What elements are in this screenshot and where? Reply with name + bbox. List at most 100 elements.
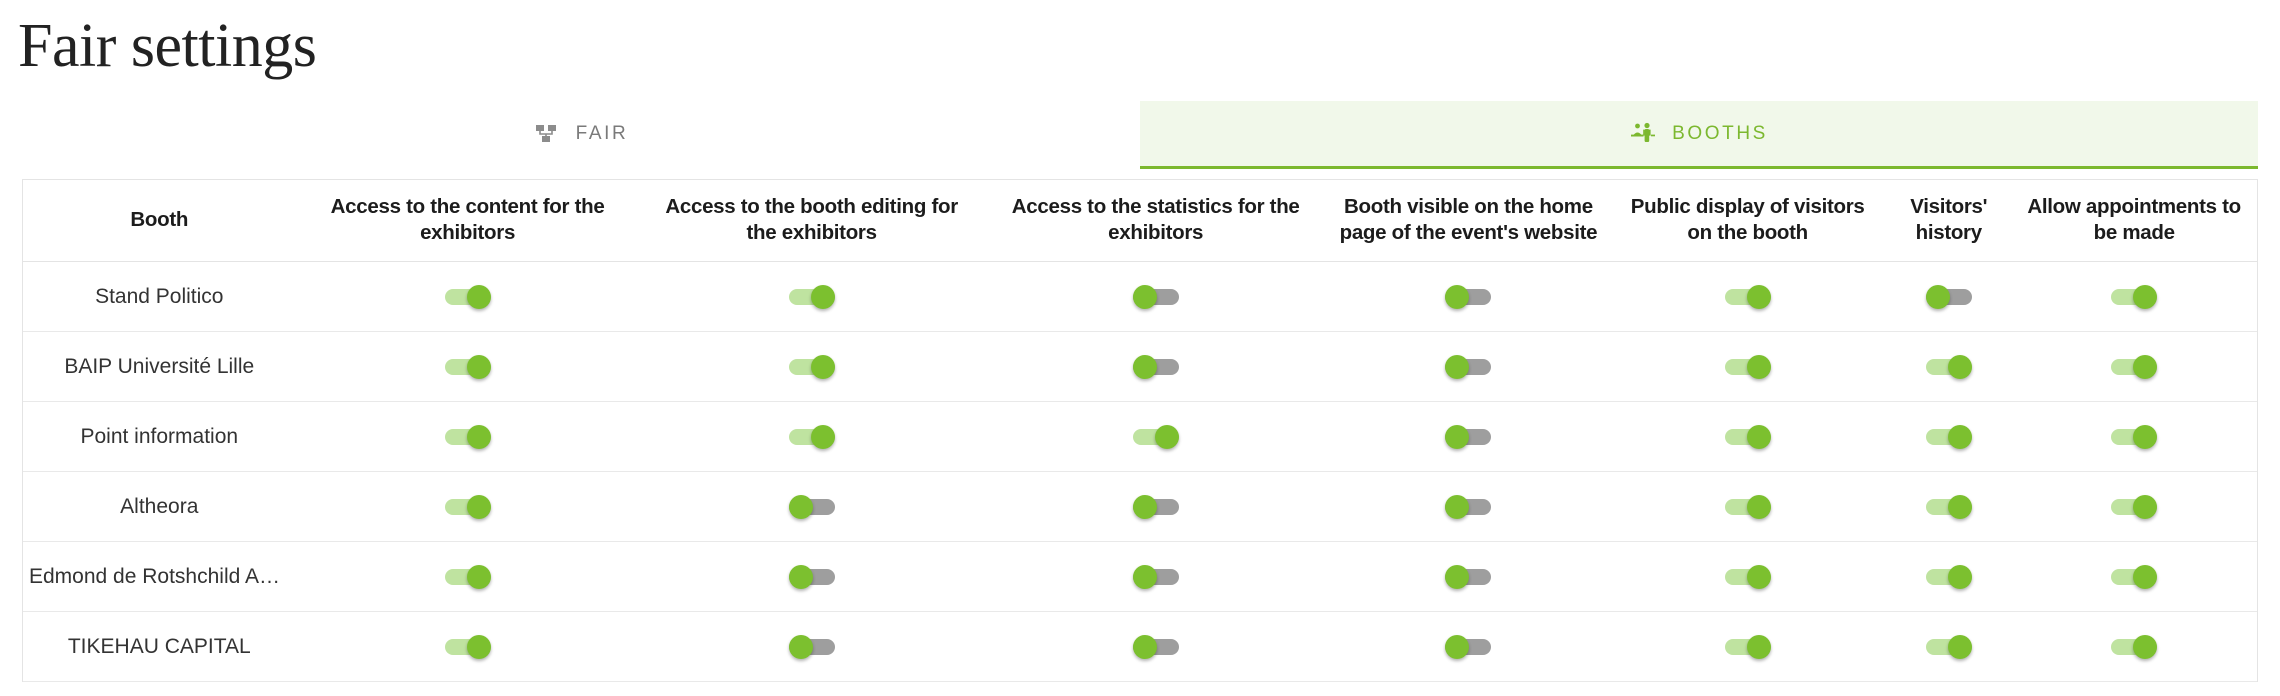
- toggle-cell: [1886, 471, 2012, 543]
- toggle-knob: [788, 634, 813, 659]
- toggle-knob: [466, 634, 491, 659]
- tab-bar: FAIR BOOTHS: [0, 101, 2280, 170]
- toggle-switch[interactable]: [1925, 354, 1972, 379]
- toggle-knob: [2133, 564, 2158, 589]
- toggle-switch[interactable]: [2111, 494, 2158, 519]
- table-body: Stand Politico BAIP Université Lille Point…: [23, 261, 2257, 683]
- toggle-switch[interactable]: [2111, 284, 2158, 309]
- toggle-switch[interactable]: [1132, 284, 1179, 309]
- booth-name-cell: TIKEHAU CAPITAL: [23, 611, 296, 683]
- tab-booths[interactable]: BOOTHS: [1140, 101, 2258, 170]
- toggle-switch[interactable]: [444, 424, 491, 449]
- booth-settings-table: Booth Access to the content for the exhi…: [23, 180, 2257, 683]
- toggle-cell: [295, 611, 640, 683]
- toggle-switch[interactable]: [788, 424, 835, 449]
- toggle-cell: [639, 471, 984, 543]
- toggle-switch[interactable]: [1445, 284, 1492, 309]
- toggle-switch[interactable]: [2111, 634, 2158, 659]
- table-header: Booth Access to the content for the exhi…: [23, 180, 2257, 263]
- toggle-switch[interactable]: [2111, 564, 2158, 589]
- column-header-booth: Booth: [23, 180, 296, 263]
- table-row: TIKEHAU CAPITAL: [23, 611, 2257, 683]
- toggle-switch[interactable]: [1925, 284, 1972, 309]
- toggle-switch[interactable]: [444, 564, 491, 589]
- toggle-switch[interactable]: [1925, 494, 1972, 519]
- tab-fair-label: FAIR: [575, 122, 629, 144]
- booth-name-cell: Altheora: [23, 471, 296, 543]
- toggle-knob: [1445, 564, 1470, 589]
- toggle-switch[interactable]: [1132, 494, 1179, 519]
- toggle-switch[interactable]: [1925, 564, 1972, 589]
- toggle-switch[interactable]: [788, 354, 835, 379]
- booth-settings-table-container: Booth Access to the content for the exhi…: [22, 179, 2258, 683]
- table-header-row: Booth Access to the content for the exhi…: [23, 180, 2257, 263]
- table-row: Point information: [23, 401, 2257, 473]
- column-header-access-statistics: Access to the statistics for the exhibit…: [983, 180, 1328, 263]
- toggle-switch[interactable]: [1724, 634, 1771, 659]
- fair-settings-page: Fair settings FAIR BOOTHS Booth Access t…: [0, 0, 2280, 696]
- toggle-knob: [1132, 354, 1157, 379]
- toggle-switch[interactable]: [1925, 634, 1972, 659]
- toggle-switch[interactable]: [1925, 424, 1972, 449]
- toggle-switch[interactable]: [1724, 284, 1771, 309]
- toggle-switch[interactable]: [1132, 634, 1179, 659]
- toggle-switch[interactable]: [1445, 634, 1492, 659]
- toggle-switch[interactable]: [1445, 564, 1492, 589]
- toggle-switch[interactable]: [1724, 494, 1771, 519]
- toggle-knob: [1746, 494, 1771, 519]
- toggle-cell: [983, 541, 1328, 613]
- toggle-cell: [295, 541, 640, 613]
- toggle-switch[interactable]: [2111, 354, 2158, 379]
- toggle-cell: [983, 261, 1328, 333]
- toggle-knob: [1445, 634, 1470, 659]
- toggle-switch[interactable]: [1445, 424, 1492, 449]
- toggle-switch[interactable]: [444, 284, 491, 309]
- toggle-switch[interactable]: [444, 354, 491, 379]
- toggle-cell: [1327, 611, 1610, 683]
- toggle-knob: [2133, 494, 2158, 519]
- toggle-switch[interactable]: [788, 284, 835, 309]
- toggle-knob: [2133, 354, 2158, 379]
- toggle-cell: [1327, 401, 1610, 473]
- toggle-switch[interactable]: [788, 564, 835, 589]
- toggle-cell: [639, 401, 984, 473]
- toggle-cell: [1886, 611, 2012, 683]
- toggle-switch[interactable]: [1132, 564, 1179, 589]
- toggle-knob: [1746, 424, 1771, 449]
- tab-fair[interactable]: FAIR: [22, 101, 1140, 170]
- toggle-switch[interactable]: [1445, 354, 1492, 379]
- booth-name: Edmond de Rotshchild Asset ...: [29, 564, 290, 588]
- toggle-switch[interactable]: [788, 494, 835, 519]
- toggle-switch[interactable]: [1724, 354, 1771, 379]
- booth-name: TIKEHAU CAPITAL: [67, 634, 251, 658]
- toggle-cell: [983, 471, 1328, 543]
- toggle-switch[interactable]: [1132, 424, 1179, 449]
- toggle-cell: [2011, 331, 2257, 403]
- toggle-cell: [2011, 401, 2257, 473]
- toggle-switch[interactable]: [444, 494, 491, 519]
- toggle-switch[interactable]: [1724, 424, 1771, 449]
- column-header-access-booth-editing: Access to the booth editing for the exhi…: [639, 180, 984, 263]
- toggle-switch[interactable]: [2111, 424, 2158, 449]
- toggle-knob: [810, 424, 835, 449]
- toggle-cell: [1609, 331, 1887, 403]
- booth-name-cell: Stand Politico: [23, 261, 296, 333]
- toggle-cell: [1327, 261, 1610, 333]
- toggle-knob: [1947, 564, 1972, 589]
- toggle-switch[interactable]: [1132, 354, 1179, 379]
- toggle-switch[interactable]: [788, 634, 835, 659]
- table-row: Edmond de Rotshchild Asset ...: [23, 541, 2257, 613]
- toggle-cell: [2011, 261, 2257, 333]
- toggle-switch[interactable]: [1445, 494, 1492, 519]
- toggle-knob: [788, 564, 813, 589]
- toggle-knob: [466, 284, 491, 309]
- toggle-switch[interactable]: [1724, 564, 1771, 589]
- toggle-cell: [639, 541, 984, 613]
- toggle-knob: [466, 564, 491, 589]
- toggle-knob: [1746, 284, 1771, 309]
- toggle-knob: [1445, 494, 1470, 519]
- toggle-switch[interactable]: [444, 634, 491, 659]
- toggle-knob: [1746, 354, 1771, 379]
- toggle-knob: [2133, 424, 2158, 449]
- toggle-cell: [1886, 261, 2012, 333]
